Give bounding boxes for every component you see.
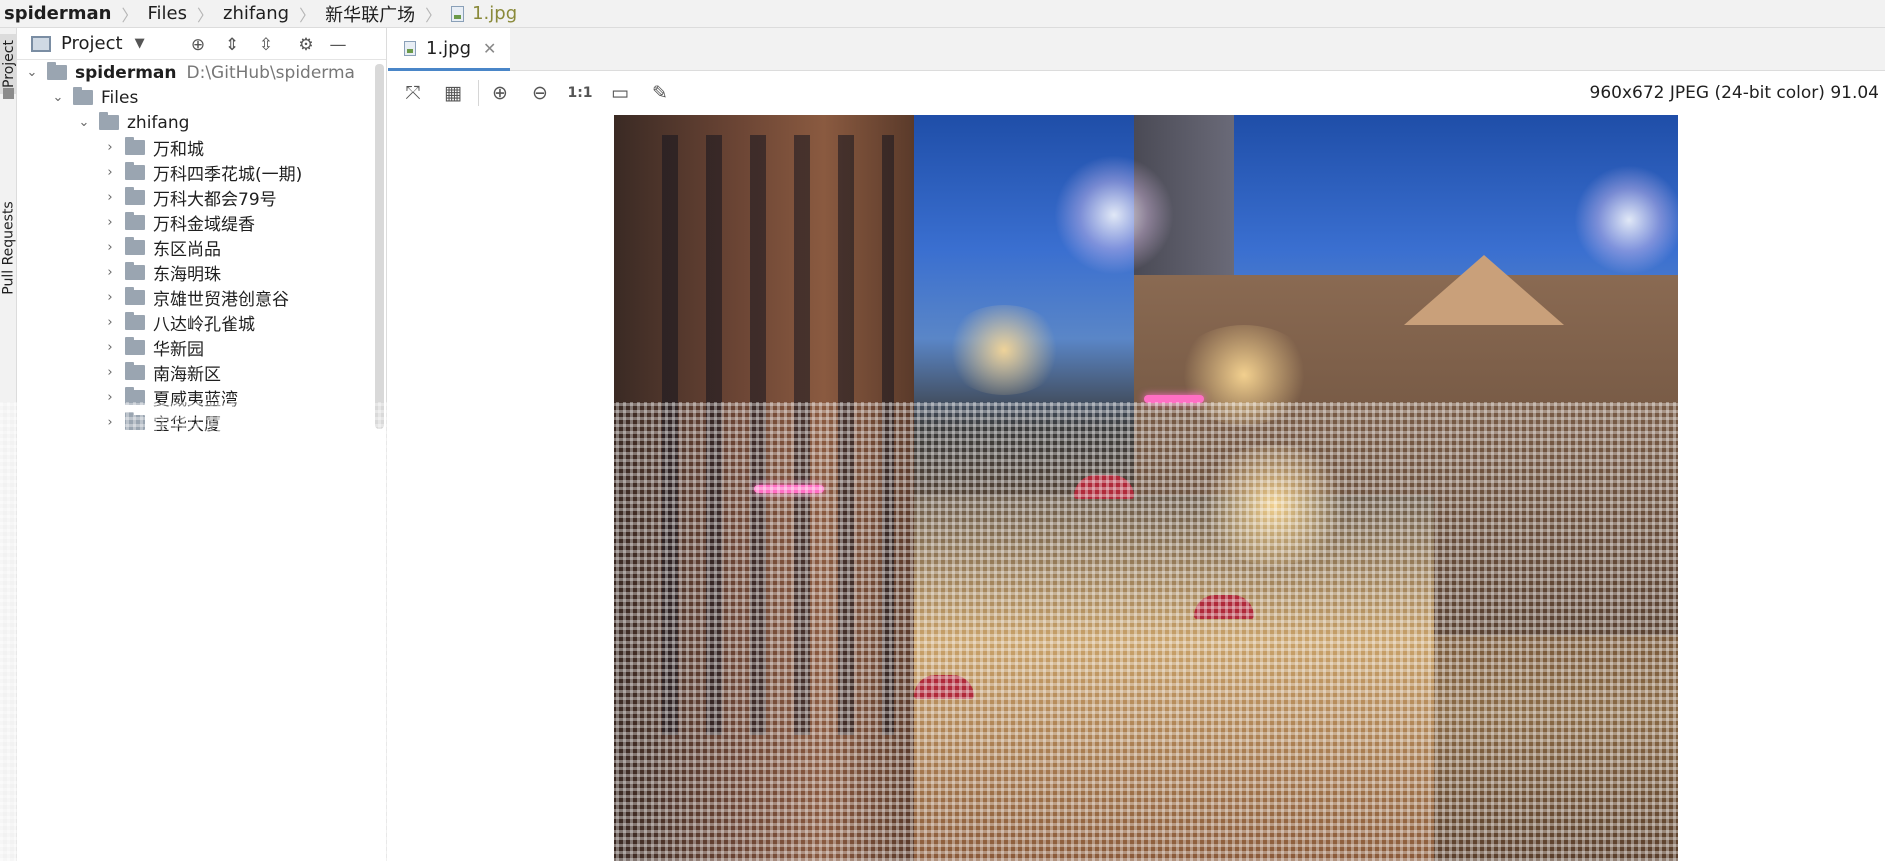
tree-item-folder[interactable]: › 万科四季花城(一期) <box>103 160 302 185</box>
photo-neon-sign <box>754 485 824 493</box>
chevron-right-icon[interactable]: › <box>103 290 117 305</box>
minimize-icon[interactable]: — <box>327 34 349 56</box>
tree-item-folder[interactable]: › 八达岭孔雀城 <box>103 310 255 335</box>
photo-firework <box>1574 165 1678 275</box>
tree-item-root[interactable]: ⌄ spiderman D:\GitHub\spiderma <box>25 60 355 85</box>
folder-icon <box>99 112 119 130</box>
folder-icon <box>125 312 145 330</box>
grid-icon[interactable]: ▦ <box>438 78 468 108</box>
folder-icon <box>3 88 14 99</box>
zoom-out-icon[interactable]: ⊖ <box>525 78 555 108</box>
tree-item-folder[interactable]: › 万和城 <box>103 135 204 160</box>
chevron-right-icon: 〉 <box>121 5 138 25</box>
tree-scrollbar[interactable] <box>375 64 384 429</box>
tree-item-folder[interactable]: › 东区尚品 <box>103 235 221 260</box>
chevron-down-icon[interactable]: ▼ <box>135 36 145 51</box>
chevron-right-icon[interactable]: › <box>103 140 117 155</box>
folder-icon <box>125 212 145 230</box>
chevron-right-icon: 〉 <box>196 5 213 25</box>
image-info: 960x672 JPEG (24-bit color) 91.04 <box>1589 83 1880 103</box>
chevron-down-icon[interactable]: ⌄ <box>51 90 65 105</box>
chevron-right-icon[interactable]: › <box>103 340 117 355</box>
breadcrumb-item-file[interactable]: 1.jpg <box>451 0 517 27</box>
tree-item-zhifang[interactable]: ⌄ zhifang <box>77 110 189 135</box>
chevron-right-icon[interactable]: › <box>103 265 117 280</box>
chevron-right-icon[interactable]: › <box>103 240 117 255</box>
folder-icon <box>125 287 145 305</box>
tab-image-file[interactable]: 1.jpg ✕ <box>388 28 510 71</box>
project-panel: Project ▼ ⊕ ⇕ ⇳ ⚙ — ⌄ spiderman D:\GitHu… <box>17 28 387 861</box>
folder-icon <box>125 162 145 180</box>
gear-icon[interactable]: ⚙ <box>295 34 317 56</box>
ide-window: spiderman 〉 Files 〉 zhifang 〉 新华联广场 〉 1.… <box>0 0 1885 861</box>
photo-light <box>1194 445 1354 565</box>
zoom-in-icon[interactable]: ⊕ <box>485 78 515 108</box>
tree-item-folder[interactable]: › 万科大都会79号 <box>103 185 277 210</box>
chevron-right-icon[interactable]: › <box>103 315 117 330</box>
tree-item-files[interactable]: ⌄ Files <box>51 85 138 110</box>
chevron-down-icon[interactable]: ⌄ <box>25 65 39 80</box>
chevron-right-icon[interactable]: › <box>103 165 117 180</box>
chevron-right-icon[interactable]: › <box>103 415 117 430</box>
folder-icon <box>47 62 67 80</box>
collapse-all-icon[interactable]: ⇳ <box>255 34 277 56</box>
chevron-right-icon[interactable]: › <box>103 215 117 230</box>
chevron-right-icon: 〉 <box>425 5 442 25</box>
breadcrumb-item-zhifang[interactable]: zhifang <box>223 0 289 27</box>
locate-file-icon[interactable]: ⊕ <box>187 34 209 56</box>
image-canvas[interactable] <box>388 115 1885 861</box>
breadcrumb-item-files[interactable]: Files <box>147 0 187 27</box>
tree-item-folder[interactable]: › 南海新区 <box>103 360 221 385</box>
color-picker-icon[interactable]: ✎ <box>645 78 675 108</box>
folder-icon <box>125 387 145 405</box>
close-icon[interactable]: ✕ <box>483 39 496 58</box>
photo-umbrella <box>914 675 974 699</box>
photo-light <box>944 305 1064 395</box>
project-view-icon <box>31 35 51 52</box>
tool-window-strip: Project Pull Requests <box>0 28 17 861</box>
photo-umbrella <box>1194 595 1254 619</box>
folder-icon <box>73 87 93 105</box>
folder-icon <box>125 412 145 430</box>
project-tool-tab[interactable]: Project <box>0 34 17 94</box>
breadcrumb-item-spiderman[interactable]: spiderman <box>4 0 111 27</box>
project-view-selector[interactable]: Project <box>61 33 123 54</box>
background-icon[interactable]: ▭ <box>605 78 635 108</box>
photo-firework <box>1054 155 1174 275</box>
folder-icon <box>125 337 145 355</box>
chevron-right-icon[interactable]: › <box>103 190 117 205</box>
breadcrumb: spiderman 〉 Files 〉 zhifang 〉 新华联广场 〉 1.… <box>0 0 1885 28</box>
folder-icon <box>125 362 145 380</box>
tree-item-folder[interactable]: › 华新园 <box>103 335 204 360</box>
folder-icon <box>125 187 145 205</box>
chevron-right-icon[interactable]: › <box>103 365 117 380</box>
breadcrumb-item-folder[interactable]: 新华联广场 <box>325 0 415 27</box>
photo-light <box>1174 325 1314 425</box>
editor-tabs: 1.jpg ✕ <box>388 28 1885 71</box>
photo-neon-sign <box>1144 395 1204 403</box>
fit-to-window-icon[interactable]: ⤧ <box>398 78 428 108</box>
chevron-right-icon[interactable]: › <box>103 390 117 405</box>
chevron-right-icon: 〉 <box>299 5 316 25</box>
folder-icon <box>125 262 145 280</box>
tree-item-folder[interactable]: › 京雄世贸港创意谷 <box>103 285 289 310</box>
folder-icon <box>125 237 145 255</box>
folder-icon <box>125 137 145 155</box>
photo-umbrella <box>1074 475 1134 499</box>
pull-requests-tool-tab[interactable]: Pull Requests <box>0 178 17 318</box>
expand-all-icon[interactable]: ⇕ <box>221 34 243 56</box>
image-preview <box>614 115 1678 861</box>
tree-item-folder[interactable]: › 万科金域缇香 <box>103 210 255 235</box>
tree-item-folder[interactable]: › 夏威夷蓝湾 <box>103 385 238 410</box>
image-file-icon <box>404 40 416 56</box>
image-file-icon <box>451 5 465 22</box>
toolbar-divider <box>478 80 479 106</box>
image-viewer-toolbar: ⤧ ▦ ⊕ ⊖ 1:1 ▭ ✎ 960x672 JPEG (24-bit col… <box>388 71 1885 115</box>
tree-item-folder[interactable]: › 东海明珠 <box>103 260 221 285</box>
actual-size-button[interactable]: 1:1 <box>565 78 595 108</box>
chevron-down-icon[interactable]: ⌄ <box>77 115 91 130</box>
tree-item-folder[interactable]: › 宝华大厦 <box>103 410 221 435</box>
